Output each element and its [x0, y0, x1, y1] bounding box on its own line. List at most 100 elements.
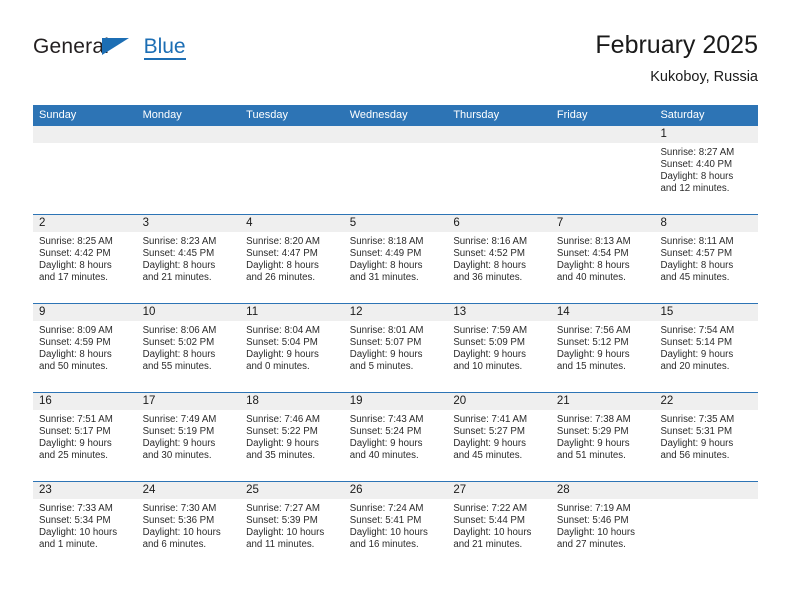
- info-line-daylight-1: Daylight: 8 hours: [349, 260, 423, 272]
- day-sun-info: Sunrise: 7:19 AM Sunset: 5:46 PM Daylight:…: [551, 499, 655, 551]
- info-line-daylight-1: Daylight: 9 hours: [556, 349, 630, 361]
- info-line-sunset: Sunset: 5:27 PM: [453, 426, 525, 438]
- info-line-sunrise: Sunrise: 7:38 AM: [556, 414, 631, 425]
- info-line-daylight-1: Daylight: 9 hours: [246, 349, 319, 361]
- calendar-day-cell[interactable]: 19 Sunrise: 7:43 AM Sunset: 5:24 PM Dayligh…: [343, 393, 448, 481]
- day-number: 10: [136, 304, 241, 321]
- info-line-daylight-2: and 5 minutes.: [349, 361, 414, 373]
- info-line-sunset: Sunset: 5:09 PM: [453, 337, 525, 349]
- info-line-daylight-1: Daylight: 8 hours: [39, 349, 112, 361]
- calendar-week-row: 16 Sunrise: 7:51 AM Sunset: 5:17 PM Dayligh…: [33, 392, 759, 481]
- calendar-day-cell[interactable]: 5 Sunrise: 8:18 AM Sunset: 4:49 PM Daylight…: [343, 215, 448, 303]
- info-line-sunrise: Sunrise: 8:27 AM: [660, 147, 735, 158]
- day-sun-info: Sunrise: 7:24 AM Sunset: 5:41 PM Daylight:…: [344, 499, 448, 551]
- day-number: 17: [136, 393, 241, 410]
- info-line-daylight-1: Daylight: 10 hours: [246, 527, 325, 539]
- info-line-daylight-2: and 45 minutes.: [453, 450, 523, 462]
- day-number: 5: [343, 215, 448, 232]
- info-line-sunset: Sunset: 4:54 PM: [556, 248, 629, 260]
- calendar-day-cell[interactable]: 17 Sunrise: 7:49 AM Sunset: 5:19 PM Dayligh…: [136, 393, 241, 481]
- day-number: 7: [550, 215, 655, 232]
- calendar-page: General Blue February 2025 Kukoboy, Russ…: [0, 0, 792, 612]
- day-number: [240, 126, 344, 143]
- info-line-sunrise: Sunrise: 7:56 AM: [556, 325, 631, 336]
- day-sun-info: Sunrise: 8:23 AM Sunset: 4:45 PM Daylight:…: [137, 232, 241, 284]
- day-number: 19: [343, 393, 448, 410]
- day-sun-info: Sunrise: 8:20 AM Sunset: 4:47 PM Daylight:…: [240, 232, 344, 284]
- day-sun-info: Sunrise: 8:13 AM Sunset: 4:54 PM Daylight:…: [551, 232, 655, 284]
- info-line-daylight-1: Daylight: 9 hours: [246, 438, 319, 450]
- calendar-weeks: 1 Sunrise: 8:27 AM Sunset: 4:40 PM Daylight…: [33, 125, 759, 570]
- calendar-day-cell[interactable]: 15 Sunrise: 7:54 AM Sunset: 5:14 PM Dayligh…: [654, 304, 759, 392]
- info-line-sunset: Sunset: 4:40 PM: [660, 159, 733, 171]
- info-line-daylight-2: and 55 minutes.: [142, 361, 212, 373]
- calendar-day-cell[interactable]: 10 Sunrise: 8:06 AM Sunset: 5:02 PM Dayligh…: [136, 304, 241, 392]
- day-number: [447, 126, 551, 143]
- info-line-sunrise: Sunrise: 7:51 AM: [39, 414, 113, 425]
- info-line-daylight-1: Daylight: 8 hours: [453, 260, 527, 272]
- day-number: [654, 482, 759, 499]
- calendar-day-cell[interactable]: 26 Sunrise: 7:24 AM Sunset: 5:41 PM Dayligh…: [343, 482, 448, 570]
- info-line-sunset: Sunset: 5:36 PM: [142, 515, 215, 527]
- calendar-day-cell[interactable]: 20 Sunrise: 7:41 AM Sunset: 5:27 PM Dayligh…: [447, 393, 551, 481]
- day-sun-info: Sunrise: 7:49 AM Sunset: 5:19 PM Daylight:…: [137, 410, 241, 462]
- calendar-week-row: 9 Sunrise: 8:09 AM Sunset: 4:59 PM Daylight…: [33, 303, 759, 392]
- info-line-sunrise: Sunrise: 7:43 AM: [349, 414, 424, 425]
- info-line-daylight-2: and 35 minutes.: [246, 450, 316, 462]
- info-line-sunset: Sunset: 5:41 PM: [349, 515, 422, 527]
- info-line-daylight-2: and 16 minutes.: [349, 539, 419, 551]
- weekday-header-sunday: Sunday: [39, 109, 77, 121]
- info-line-sunset: Sunset: 5:04 PM: [246, 337, 318, 349]
- day-number: 1: [654, 126, 759, 143]
- info-line-sunset: Sunset: 5:14 PM: [660, 337, 733, 349]
- calendar-day-cell[interactable]: 16 Sunrise: 7:51 AM Sunset: 5:17 PM Dayligh…: [33, 393, 137, 481]
- info-line-daylight-2: and 50 minutes.: [39, 361, 108, 373]
- calendar-day-cell[interactable]: 25 Sunrise: 7:27 AM Sunset: 5:39 PM Dayligh…: [240, 482, 344, 570]
- info-line-sunrise: Sunrise: 7:33 AM: [39, 503, 113, 514]
- info-line-daylight-1: Daylight: 9 hours: [39, 438, 112, 450]
- calendar-day-cell[interactable]: 1 Sunrise: 8:27 AM Sunset: 4:40 PM Daylight…: [654, 126, 759, 214]
- info-line-sunset: Sunset: 5:19 PM: [142, 426, 215, 438]
- info-line-sunrise: Sunrise: 7:24 AM: [349, 503, 424, 514]
- day-sun-info: Sunrise: 7:56 AM Sunset: 5:12 PM Daylight:…: [551, 321, 655, 373]
- info-line-daylight-2: and 0 minutes.: [246, 361, 310, 373]
- calendar-day-cell[interactable]: 7 Sunrise: 8:13 AM Sunset: 4:54 PM Daylight…: [550, 215, 655, 303]
- info-line-daylight-2: and 26 minutes.: [246, 272, 316, 284]
- info-line-sunset: Sunset: 4:57 PM: [660, 248, 733, 260]
- calendar-day-cell[interactable]: 13 Sunrise: 7:59 AM Sunset: 5:09 PM Dayligh…: [447, 304, 551, 392]
- info-line-daylight-2: and 25 minutes.: [39, 450, 108, 462]
- calendar-day-cell[interactable]: 21 Sunrise: 7:38 AM Sunset: 5:29 PM Dayligh…: [550, 393, 655, 481]
- info-line-sunrise: Sunrise: 8:18 AM: [349, 236, 424, 247]
- calendar-day-cell[interactable]: 11 Sunrise: 8:04 AM Sunset: 5:04 PM Dayligh…: [240, 304, 344, 392]
- calendar-day-cell[interactable]: 28 Sunrise: 7:19 AM Sunset: 5:46 PM Dayligh…: [550, 482, 655, 570]
- info-line-sunrise: Sunrise: 8:25 AM: [39, 236, 113, 247]
- calendar-day-cell[interactable]: 9 Sunrise: 8:09 AM Sunset: 4:59 PM Daylight…: [33, 304, 137, 392]
- weekday-header-saturday: Saturday: [660, 109, 705, 121]
- info-line-sunset: Sunset: 4:59 PM: [39, 337, 111, 349]
- weekday-header-row: Sunday Monday Tuesday Wednesday Thursday Frid…: [33, 105, 758, 125]
- day-number: 11: [240, 304, 344, 321]
- calendar-day-cell[interactable]: 12 Sunrise: 8:01 AM Sunset: 5:07 PM Dayligh…: [343, 304, 448, 392]
- calendar-week-row: 23 Sunrise: 7:33 AM Sunset: 5:34 PM Dayligh…: [33, 481, 759, 570]
- info-line-sunset: Sunset: 5:31 PM: [660, 426, 733, 438]
- calendar-day-cell[interactable]: 2 Sunrise: 8:25 AM Sunset: 4:42 PM Daylight…: [33, 215, 137, 303]
- calendar-day-cell[interactable]: 22 Sunrise: 7:35 AM Sunset: 5:31 PM Dayligh…: [654, 393, 759, 481]
- info-line-sunrise: Sunrise: 7:30 AM: [142, 503, 217, 514]
- calendar-day-cell[interactable]: 14 Sunrise: 7:56 AM Sunset: 5:12 PM Dayligh…: [550, 304, 655, 392]
- info-line-sunset: Sunset: 4:42 PM: [39, 248, 111, 260]
- day-number: 22: [654, 393, 759, 410]
- info-line-sunrise: Sunrise: 8:13 AM: [556, 236, 631, 247]
- calendar-day-cell[interactable]: 4 Sunrise: 8:20 AM Sunset: 4:47 PM Daylight…: [240, 215, 344, 303]
- info-line-sunset: Sunset: 4:47 PM: [246, 248, 318, 260]
- calendar-day-cell[interactable]: 6 Sunrise: 8:16 AM Sunset: 4:52 PM Daylight…: [447, 215, 551, 303]
- calendar-day-cell[interactable]: 3 Sunrise: 8:23 AM Sunset: 4:45 PM Daylight…: [136, 215, 241, 303]
- day-number: 2: [33, 215, 137, 232]
- calendar-day-cell[interactable]: 8 Sunrise: 8:11 AM Sunset: 4:57 PM Daylight…: [654, 215, 759, 303]
- day-number: 16: [33, 393, 137, 410]
- calendar-day-cell[interactable]: 24 Sunrise: 7:30 AM Sunset: 5:36 PM Dayligh…: [136, 482, 241, 570]
- calendar-day-cell[interactable]: 27 Sunrise: 7:22 AM Sunset: 5:44 PM Dayligh…: [447, 482, 551, 570]
- calendar-day-cell[interactable]: 18 Sunrise: 7:46 AM Sunset: 5:22 PM Dayligh…: [240, 393, 344, 481]
- info-line-sunset: Sunset: 5:22 PM: [246, 426, 318, 438]
- info-line-sunset: Sunset: 5:44 PM: [453, 515, 525, 527]
- calendar-day-cell[interactable]: 23 Sunrise: 7:33 AM Sunset: 5:34 PM Dayligh…: [33, 482, 137, 570]
